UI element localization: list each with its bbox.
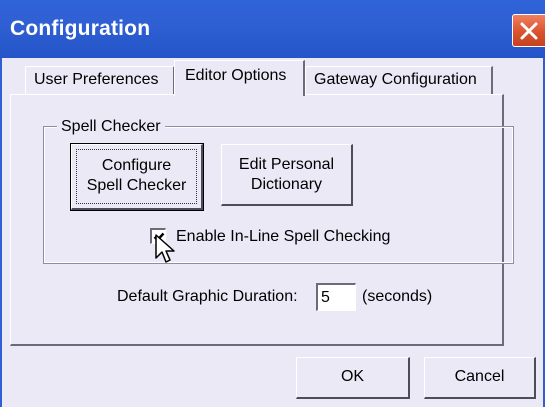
tab-gateway-configuration[interactable]: Gateway Configuration	[305, 66, 493, 94]
seconds-unit-label: (seconds)	[362, 288, 433, 305]
edit-dictionary-button-line-2: Dictionary	[250, 176, 323, 193]
spell-checker-group-label: Spell Checker	[57, 117, 165, 137]
configure-button-line-2: Spell Checker	[86, 177, 187, 194]
close-icon	[520, 22, 538, 40]
tab-editor-options[interactable]: Editor Options	[174, 60, 305, 96]
graphic-duration-label: Default Graphic Duration:	[117, 288, 298, 305]
edit-personal-dictionary-button[interactable]: Edit Personal Dictionary	[221, 144, 353, 206]
window-title: Configuration	[10, 17, 151, 40]
edit-dictionary-button-line-1: Edit Personal	[238, 156, 335, 173]
mouse-pointer-icon	[155, 234, 175, 263]
tab-user-preferences[interactable]: User Preferences	[25, 66, 175, 94]
graphic-duration-input[interactable]	[316, 283, 356, 311]
ok-button[interactable]: OK	[296, 357, 410, 399]
inline-spell-check-label[interactable]: Enable In-Line Spell Checking	[176, 227, 390, 247]
configuration-dialog: Configuration User Preferences Editor Op…	[0, 0, 545, 407]
close-button[interactable]	[512, 14, 545, 47]
cancel-button[interactable]: Cancel	[424, 357, 536, 399]
window-left-border	[0, 58, 2, 407]
title-bar[interactable]: Configuration	[0, 0, 545, 58]
configure-spell-checker-button[interactable]: Configure Spell Checker	[70, 143, 204, 211]
configure-button-line-1: Configure	[101, 157, 172, 174]
